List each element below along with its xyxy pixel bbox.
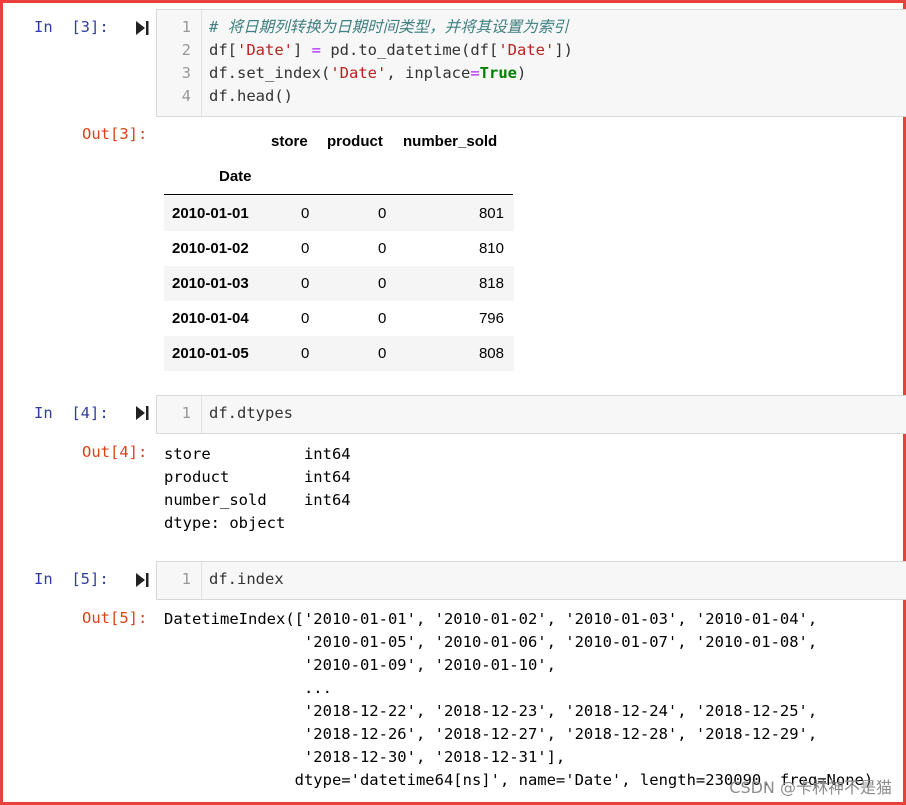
output-line: product int64 [164, 468, 351, 486]
table-header-row: store product number_sold [164, 124, 514, 159]
table-index-header-row: Date [164, 159, 514, 194]
cell-number-sold: 808 [478, 345, 504, 362]
code-line[interactable]: # 将日期列转换为日期时间类型，并将其设置为索引 [209, 16, 569, 39]
output-line: store int64 [164, 445, 351, 463]
cell-product: 0 [378, 345, 387, 362]
row-index: 2010-01-02 [172, 240, 249, 257]
code-input[interactable]: 1 # 将日期列转换为日期时间类型，并将其设置为索引 2 df['Date'] = p… [156, 9, 906, 117]
run-cell-icon[interactable] [135, 20, 149, 36]
run-cell-icon[interactable] [135, 405, 149, 421]
code-line[interactable]: df['Date'] = pd.to_datetime(df['Date']) [209, 39, 573, 62]
line-number: 1 [181, 404, 191, 422]
code-line[interactable]: df.head() [209, 85, 293, 108]
column-header: product [327, 133, 383, 150]
cell-number-sold: 818 [478, 275, 504, 292]
cell-product: 0 [378, 275, 387, 292]
output-line: '2010-01-05', '2010-01-06', '2010-01-07'… [164, 633, 818, 651]
cell-number-sold: 796 [478, 310, 504, 327]
code-line[interactable]: df.dtypes [209, 402, 293, 425]
output-line: '2018-12-26', '2018-12-27', '2018-12-28'… [164, 725, 818, 743]
line-number: 1 [181, 18, 191, 36]
notebook-cell-4: In [4]: 1 df.dtypes Out[4]: store int64 pr… [0, 393, 906, 543]
output-line: ... [164, 679, 332, 697]
cell-product: 0 [378, 205, 387, 222]
code-input[interactable]: 1 df.index [156, 561, 906, 600]
column-header: store [271, 133, 308, 150]
notebook-cell-3: In [3]: 1 # 将日期列转换为日期时间类型，并将其设置为索引 2 df['Da… [0, 0, 906, 380]
row-index: 2010-01-04 [172, 310, 249, 327]
table-row: 2010-01-03 0 0 818 [164, 266, 514, 301]
index-output: DatetimeIndex(['2010-01-01', '2010-01-02… [164, 608, 873, 792]
row-index: 2010-01-01 [172, 205, 249, 222]
cell-number-sold: 810 [478, 240, 504, 257]
column-header: number_sold [403, 133, 498, 150]
table-row: 2010-01-01 0 0 801 [164, 196, 514, 231]
line-number: 4 [181, 87, 191, 105]
cell-store: 0 [301, 275, 310, 292]
code-input[interactable]: 1 df.dtypes [156, 395, 906, 434]
cell-store: 0 [301, 205, 310, 222]
output-line: number_sold int64 [164, 491, 351, 509]
line-number: 1 [181, 570, 191, 588]
watermark-text: CSDN @卡林神不是猫 [729, 778, 892, 797]
dtypes-output: store int64 product int64 number_sold int6… [164, 443, 351, 535]
output-line: '2018-12-22', '2018-12-23', '2018-12-24'… [164, 702, 818, 720]
cell-store: 0 [301, 240, 310, 257]
run-cell-icon[interactable] [135, 572, 149, 588]
code-line[interactable]: df.index [209, 568, 284, 591]
index-name: Date [219, 168, 252, 185]
table-row: 2010-01-04 0 0 796 [164, 301, 514, 336]
row-index: 2010-01-05 [172, 345, 249, 362]
table-row: 2010-01-05 0 0 808 [164, 336, 514, 371]
output-line: DatetimeIndex(['2010-01-01', '2010-01-02… [164, 610, 818, 628]
line-number: 3 [181, 64, 191, 82]
code-line[interactable]: df.set_index('Date', inplace=True) [209, 62, 526, 85]
cell-number-sold: 801 [478, 205, 504, 222]
output-line: '2018-12-30', '2018-12-31'], [164, 748, 566, 766]
header-divider [164, 194, 513, 195]
cell-product: 0 [378, 310, 387, 327]
output-line: '2010-01-09', '2010-01-10', [164, 656, 556, 674]
table-row: 2010-01-02 0 0 810 [164, 231, 514, 266]
cell-store: 0 [301, 310, 310, 327]
line-number: 2 [181, 41, 191, 59]
cell-store: 0 [301, 345, 310, 362]
notebook-cell-5: In [5]: 1 df.index Out[5]: DatetimeIndex(… [0, 560, 906, 805]
row-index: 2010-01-03 [172, 275, 249, 292]
cell-product: 0 [378, 240, 387, 257]
output-line: dtype: object [164, 514, 286, 532]
